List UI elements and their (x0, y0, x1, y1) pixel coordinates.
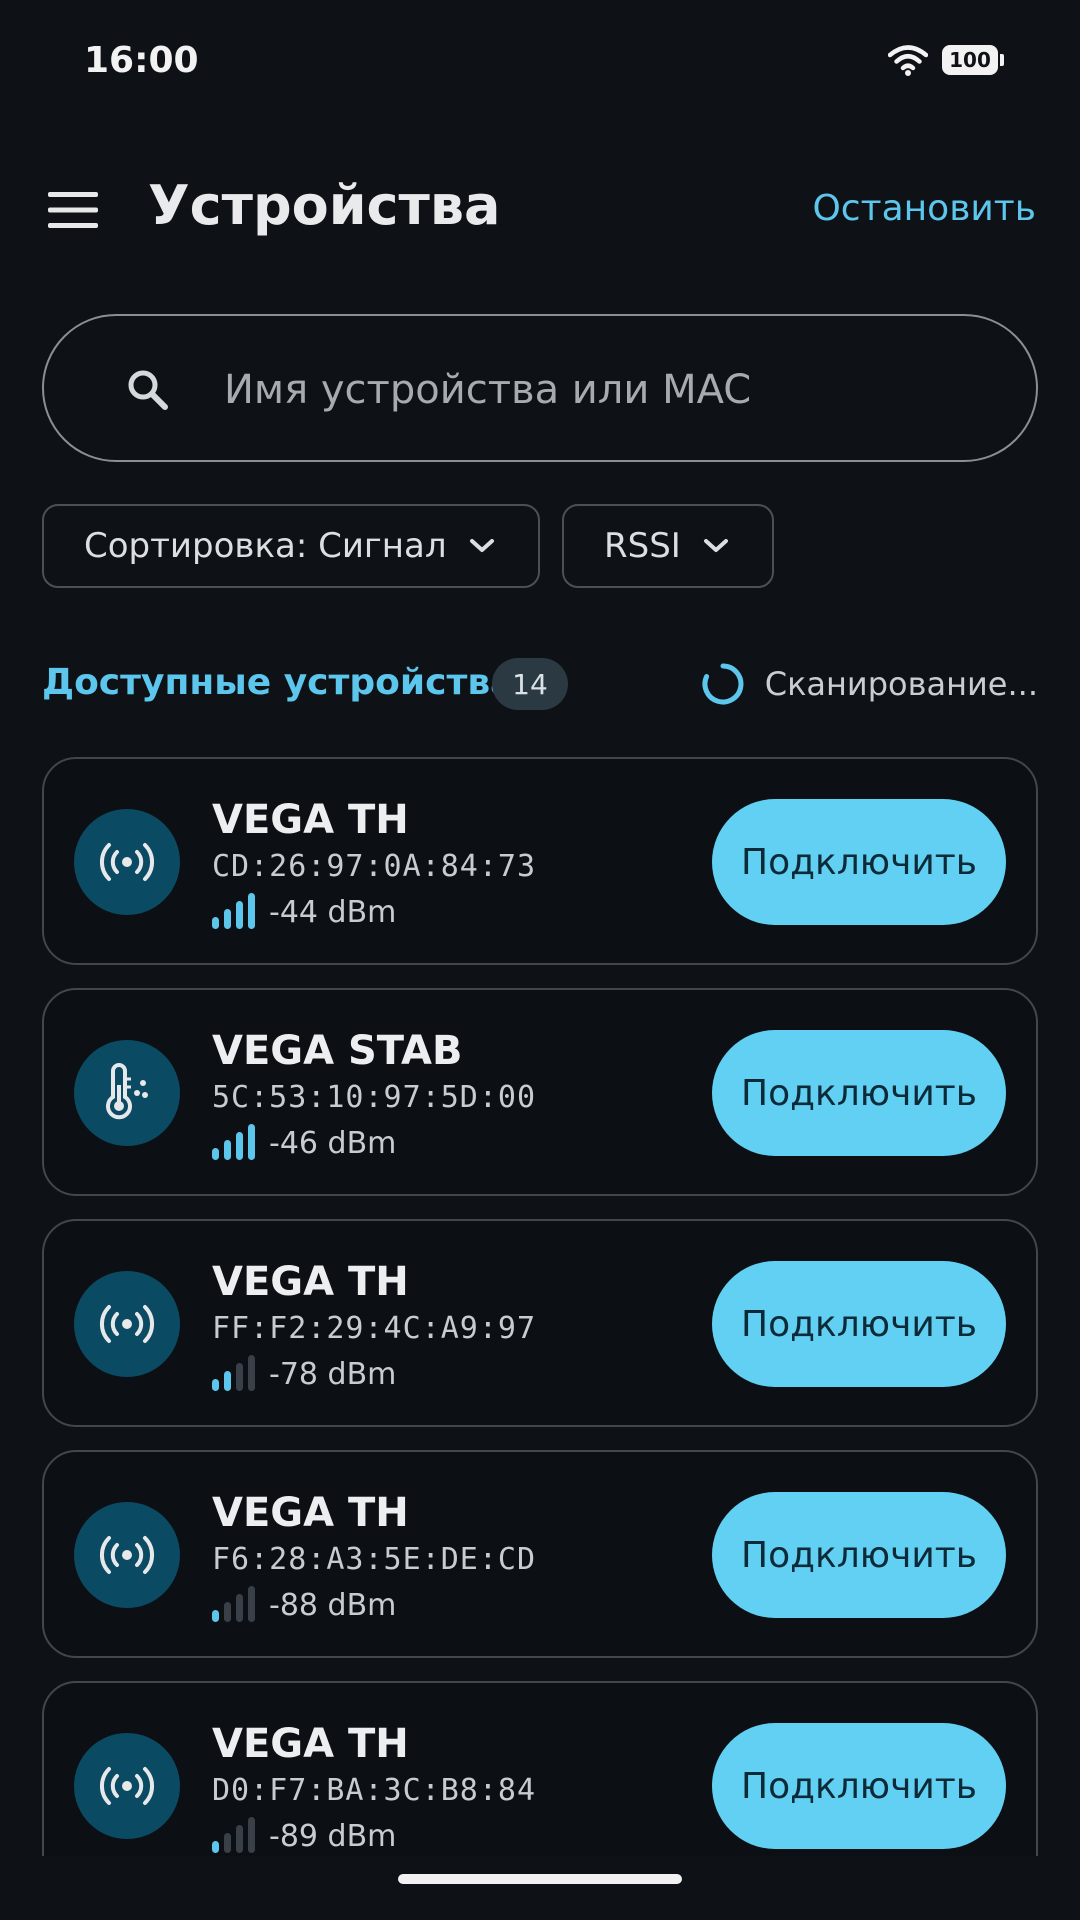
device-rssi-value: -44 dBm (269, 895, 397, 930)
connect-button[interactable]: Подключить (712, 1723, 1006, 1849)
signal-bar (224, 1602, 231, 1622)
broadcast-icon (99, 1536, 155, 1574)
signal-bar (236, 1594, 243, 1622)
signal-bar (212, 1610, 219, 1622)
sort-label: Сортировка: Сигнал (84, 526, 447, 566)
signal-bar (248, 1586, 255, 1622)
signal-bar (248, 1817, 255, 1853)
device-name: VEGA TH (212, 1490, 409, 1536)
connect-button[interactable]: Подключить (712, 1261, 1006, 1387)
broadcast-icon (99, 1305, 155, 1343)
signal-bar (224, 1371, 231, 1391)
signal-bar (224, 909, 231, 929)
broadcast-icon (99, 843, 155, 881)
status-time: 16:00 (84, 40, 199, 81)
device-avatar (74, 1733, 180, 1839)
page-title: Устройства (148, 174, 501, 237)
battery-icon: 100 (942, 45, 1004, 75)
metric-label: RSSI (604, 526, 681, 566)
device-card[interactable]: VEGA TH CD:26:97:0A:84:73 -44 dBm Подклю… (42, 757, 1038, 965)
devices-screen: 16:00 100 Устройства Остановить Имя устр… (0, 0, 1080, 1920)
signal-bars-icon (212, 1586, 255, 1622)
device-mac: F6:28:A3:5E:DE:CD (212, 1542, 537, 1577)
device-count-badge: 14 (492, 658, 568, 710)
signal-bar (212, 1379, 219, 1391)
home-indicator[interactable] (398, 1874, 682, 1884)
metric-dropdown[interactable]: RSSI (562, 504, 774, 588)
signal-bar (248, 1124, 255, 1160)
device-signal: -89 dBm (212, 1817, 396, 1853)
chevron-down-icon (469, 539, 494, 552)
device-name: VEGA TH (212, 1259, 409, 1305)
device-name: VEGA STAB (212, 1028, 463, 1074)
wifi-icon (888, 45, 928, 76)
device-avatar (74, 1271, 180, 1377)
device-rssi-value: -89 dBm (269, 1819, 397, 1854)
signal-bar (236, 1363, 243, 1391)
sort-dropdown[interactable]: Сортировка: Сигнал (42, 504, 540, 588)
signal-bar (224, 1140, 231, 1160)
signal-bar (236, 1825, 243, 1853)
status-icons: 100 (888, 44, 1004, 76)
connect-button[interactable]: Подключить (712, 799, 1006, 925)
device-mac: FF:F2:29:4C:A9:97 (212, 1311, 537, 1346)
navigation-bar (0, 1856, 1080, 1920)
battery-cap (1000, 54, 1004, 66)
device-name: VEGA TH (212, 797, 409, 843)
signal-bar (248, 893, 255, 929)
scan-status: Сканирование... (701, 662, 1038, 706)
chevron-down-icon (703, 539, 728, 552)
device-rssi-value: -88 dBm (269, 1588, 397, 1623)
signal-bar (212, 1148, 219, 1160)
section-header: Доступные устройства 14 Сканирование... (42, 656, 1038, 712)
device-mac: D0:F7:BA:3C:B8:84 (212, 1773, 537, 1808)
signal-bar (212, 917, 219, 929)
device-signal: -44 dBm (212, 893, 396, 929)
status-bar: 16:00 100 (0, 0, 1080, 128)
search-field[interactable] (42, 314, 1038, 462)
device-card[interactable]: VEGA STAB 5C:53:10:97:5D:00 -46 dBm Подк… (42, 988, 1038, 1196)
device-avatar (74, 809, 180, 915)
top-app-bar: Устройства Остановить (0, 160, 1080, 260)
device-signal: -46 dBm (212, 1124, 396, 1160)
device-card[interactable]: VEGA TH FF:F2:29:4C:A9:97 -78 dBm Подклю… (42, 1219, 1038, 1427)
scan-status-text: Сканирование... (764, 665, 1038, 703)
signal-bar (212, 1841, 219, 1853)
section-title: Доступные устройства (42, 662, 515, 703)
device-avatar (74, 1040, 180, 1146)
battery-level: 100 (949, 48, 991, 72)
device-avatar (74, 1502, 180, 1608)
connect-button[interactable]: Подключить (712, 1030, 1006, 1156)
broadcast-icon (99, 1767, 155, 1805)
menu-icon (48, 192, 98, 228)
signal-bar (236, 1132, 243, 1160)
search-input[interactable] (222, 350, 982, 430)
device-signal: -88 dBm (212, 1586, 396, 1622)
device-card[interactable]: VEGA TH F6:28:A3:5E:DE:CD -88 dBm Подклю… (42, 1450, 1038, 1658)
device-mac: CD:26:97:0A:84:73 (212, 849, 537, 884)
signal-bar (236, 901, 243, 929)
spinner-icon (702, 663, 744, 705)
device-rssi-value: -78 dBm (269, 1357, 397, 1392)
stop-scan-button[interactable]: Остановить (812, 188, 1036, 229)
signal-bars-icon (212, 1817, 255, 1853)
menu-button[interactable] (42, 184, 104, 236)
signal-bars-icon (212, 893, 255, 929)
device-signal: -78 dBm (212, 1355, 396, 1391)
signal-bar (248, 1355, 255, 1391)
device-mac: 5C:53:10:97:5D:00 (212, 1080, 537, 1115)
device-name: VEGA TH (212, 1721, 409, 1767)
device-rssi-value: -46 dBm (269, 1126, 397, 1161)
thermometer-icon (106, 1063, 148, 1120)
search-icon (128, 370, 168, 410)
signal-bar (224, 1833, 231, 1853)
connect-button[interactable]: Подключить (712, 1492, 1006, 1618)
signal-bars-icon (212, 1355, 255, 1391)
signal-bars-icon (212, 1124, 255, 1160)
